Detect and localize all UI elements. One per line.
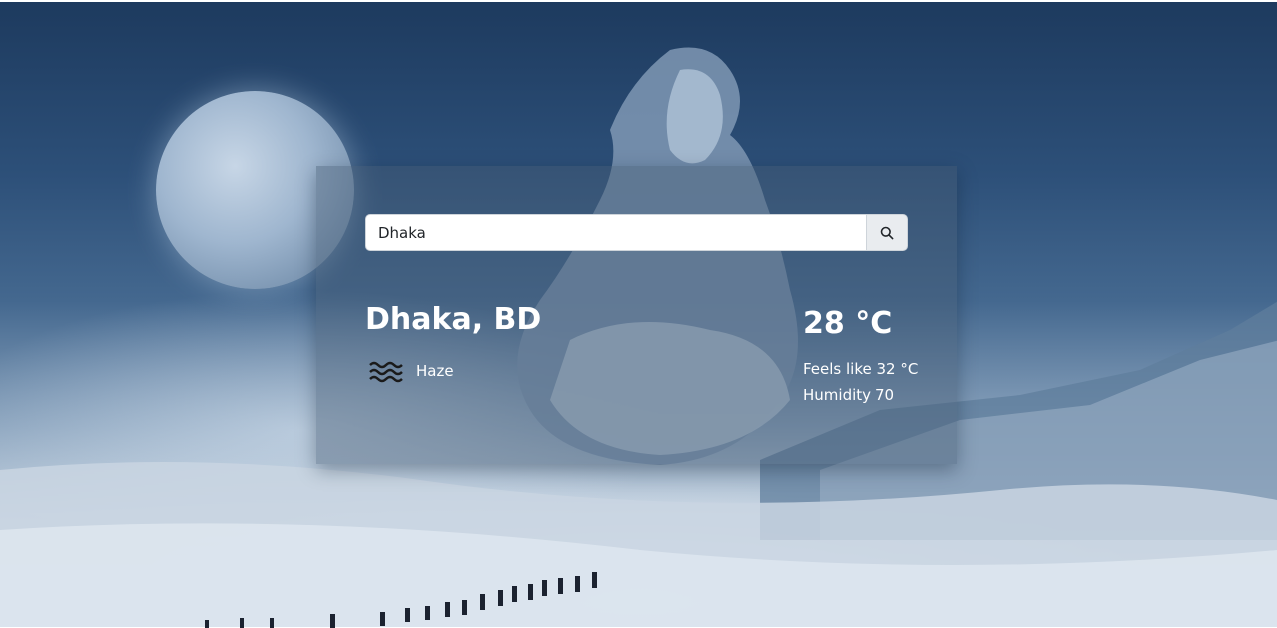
top-border [0,0,1277,2]
humidity-label: Humidity [803,386,872,404]
temperature: 28 °C [803,306,893,341]
condition-label: Haze [416,362,454,380]
haze-icon [369,361,403,383]
weather-condition: Haze [368,358,454,384]
humidity: Humidity 70 [803,386,894,404]
search-button[interactable] [866,214,908,251]
city-name: Dhaka, BD [365,302,542,337]
feels-like: Feels like 32 °C [803,360,919,378]
humidity-value: 70 [875,386,895,404]
weather-card: Dhaka, BD Haze 28 °C Feels like 32 °C Hu… [316,166,957,464]
search-bar [365,214,908,251]
background-climbers [205,572,597,628]
search-input[interactable] [365,214,866,251]
search-icon [880,226,894,239]
